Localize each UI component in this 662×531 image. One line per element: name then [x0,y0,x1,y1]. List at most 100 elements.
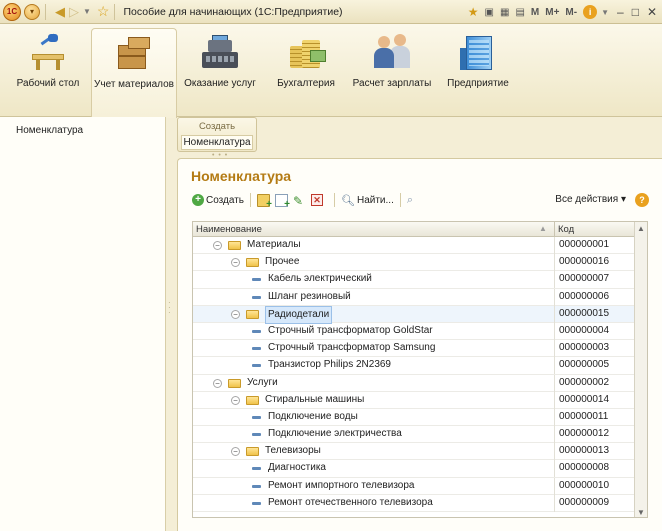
item-icon [252,364,261,368]
nomenclature-table: Наименование ▲ Код − Материалы 000000001− П… [192,221,648,518]
table-row[interactable]: Ремонт импортного телевизора 000000010 [193,477,635,495]
collapse-toggle-icon[interactable]: − [231,395,240,405]
section-desktop[interactable]: Рабочий стол [5,28,91,116]
back-arrow-icon[interactable]: ◀ [55,4,65,20]
table-row[interactable]: − Радиодетали 000000015 [193,305,635,324]
all-actions-menu[interactable]: Все действия ▾ [555,191,626,209]
calculator-icon[interactable]: ▦ [500,7,509,18]
name-cell[interactable]: − Телевизоры [193,443,555,461]
memory-m-plus-button[interactable]: M+ [545,7,559,18]
create-nomenclature-link[interactable]: Номенклатура [181,135,253,150]
name-cell[interactable]: − Прочее [193,254,555,272]
row-code: 000000003 [559,342,610,354]
table-row[interactable]: Кабель электрический 000000007 [193,271,635,289]
item-icon [252,484,261,488]
name-cell[interactable]: Транзистор Philips 2N2369 [193,357,555,375]
nav-item-nomenclature[interactable]: Номенклатура [16,125,83,136]
table-row[interactable]: Шланг резиновый 000000006 [193,288,635,306]
section-payroll[interactable]: Расчет зарплаты [349,28,435,116]
name-cell[interactable]: Ремонт импортного телевизора [193,477,555,495]
item-icon [252,329,261,333]
create-group-icon[interactable] [257,193,272,210]
name-cell[interactable]: Подключение воды [193,408,555,426]
name-cell[interactable]: Диагностика [193,460,555,478]
calendar-icon[interactable]: ▤ [515,7,524,18]
row-name: Строчный трансформатор Samsung [268,342,436,354]
item-icon [252,467,261,471]
edit-pencil-icon[interactable]: ✎ [293,194,306,208]
favorites-add-icon[interactable]: ★ [468,5,479,19]
main-menu-icon[interactable]: ▾ [24,3,40,20]
scroll-down-icon[interactable]: ▼ [635,506,647,517]
people-icon [370,32,414,72]
name-cell[interactable]: Строчный трансформатор Samsung [193,340,555,358]
folder-icon [246,447,259,457]
section-accounting[interactable]: Бухгалтерия [263,28,349,116]
collapse-toggle-icon[interactable]: − [231,447,240,457]
name-cell[interactable]: − Радиодетали [193,305,555,324]
table-row[interactable]: Ремонт отечественного телевизора 00000000… [193,494,635,512]
table-row[interactable]: Подключение электричества 000000012 [193,426,635,444]
table-row[interactable]: Строчный трансформатор GoldStar 000000004 [193,322,635,341]
forward-arrow-icon[interactable]: ▷ [69,4,79,20]
section-materials[interactable]: Учет материалов [91,28,177,118]
app-logo-icon[interactable]: 1С [3,2,21,21]
divider [250,193,252,207]
favorites-star-icon[interactable]: ☆ [97,3,110,20]
table-row[interactable]: Подключение воды 000000011 [193,408,635,427]
row-name: Подключение электричества [268,428,402,440]
copy-icon[interactable] [275,193,290,210]
vertical-scrollbar[interactable]: ▲ ▼ [634,222,647,517]
help-icon[interactable]: ? [635,193,649,207]
table-row[interactable]: − Услуги 000000002 [193,374,635,392]
row-name: Прочее [265,256,300,268]
memory-m-button[interactable]: M [531,7,539,18]
column-header-name[interactable]: Наименование [193,222,555,237]
name-cell[interactable]: − Услуги [193,374,555,392]
sort-ascending-icon[interactable]: ▲ [539,224,547,233]
find-button[interactable]: 🔍︎ Найти... [341,194,394,207]
section-label: Расчет зарплаты [352,78,432,89]
name-cell[interactable]: − Стиральные машины [193,391,555,409]
table-row[interactable]: Транзистор Philips 2N2369 000000005 [193,357,635,375]
section-services[interactable]: Оказание услуг [177,28,263,116]
create-button[interactable]: + Создать [192,194,244,206]
table-row[interactable]: − Прочее 000000016 [193,254,635,272]
section-label: Учет материалов [94,79,174,90]
delete-mark-icon[interactable]: ✕ [311,194,324,206]
info-icon[interactable]: i [583,5,598,19]
section-enterprise[interactable]: Предприятие [435,28,521,116]
collapse-toggle-icon[interactable]: − [231,258,240,268]
cancel-search-icon[interactable]: ⌕ [407,194,413,207]
name-cell[interactable]: Строчный трансформатор GoldStar [193,322,555,340]
name-cell[interactable]: Шланг резиновый [193,288,555,306]
table-row[interactable]: Диагностика 000000008 [193,460,635,478]
history-dropdown-icon[interactable]: ▼ [83,7,91,16]
name-cell[interactable]: Ремонт отечественного телевизора [193,494,555,512]
scroll-up-icon[interactable]: ▲ [635,222,647,235]
close-icon[interactable]: ✕ [647,5,657,19]
collapse-toggle-icon[interactable]: − [213,241,222,250]
table-row[interactable]: − Стиральные машины 000000014 [193,391,635,409]
minimize-icon[interactable]: – [617,5,624,19]
name-cell[interactable]: − Материалы [193,237,555,254]
table-row[interactable]: − Телевизоры 000000013 [193,443,635,461]
collapse-toggle-icon[interactable]: − [231,309,240,319]
sections-panel: Рабочий стол Учет материалов Оказание ус… [0,24,662,118]
form-title: Номенклатура [191,168,292,184]
name-cell[interactable]: Кабель электрический [193,271,555,289]
maximize-icon[interactable]: □ [632,5,639,19]
table-row[interactable]: Строчный трансформатор Samsung 000000003 [193,340,635,358]
row-name: Ремонт отечественного телевизора [268,496,433,508]
folder-icon [228,241,241,250]
collapse-toggle-icon[interactable]: − [213,378,222,388]
table-row[interactable]: − Материалы 000000001 [193,237,635,255]
column-header-code[interactable]: Код [555,222,635,237]
row-code: 000000004 [559,324,610,336]
document-icon[interactable]: ▣ [485,7,494,18]
name-cell[interactable]: Подключение электричества [193,426,555,444]
memory-m-minus-button[interactable]: M- [565,7,577,18]
splitter-grip-icon[interactable]: · · · [168,299,171,317]
info-dropdown-icon[interactable]: ▼ [601,8,609,17]
divider [114,3,116,20]
